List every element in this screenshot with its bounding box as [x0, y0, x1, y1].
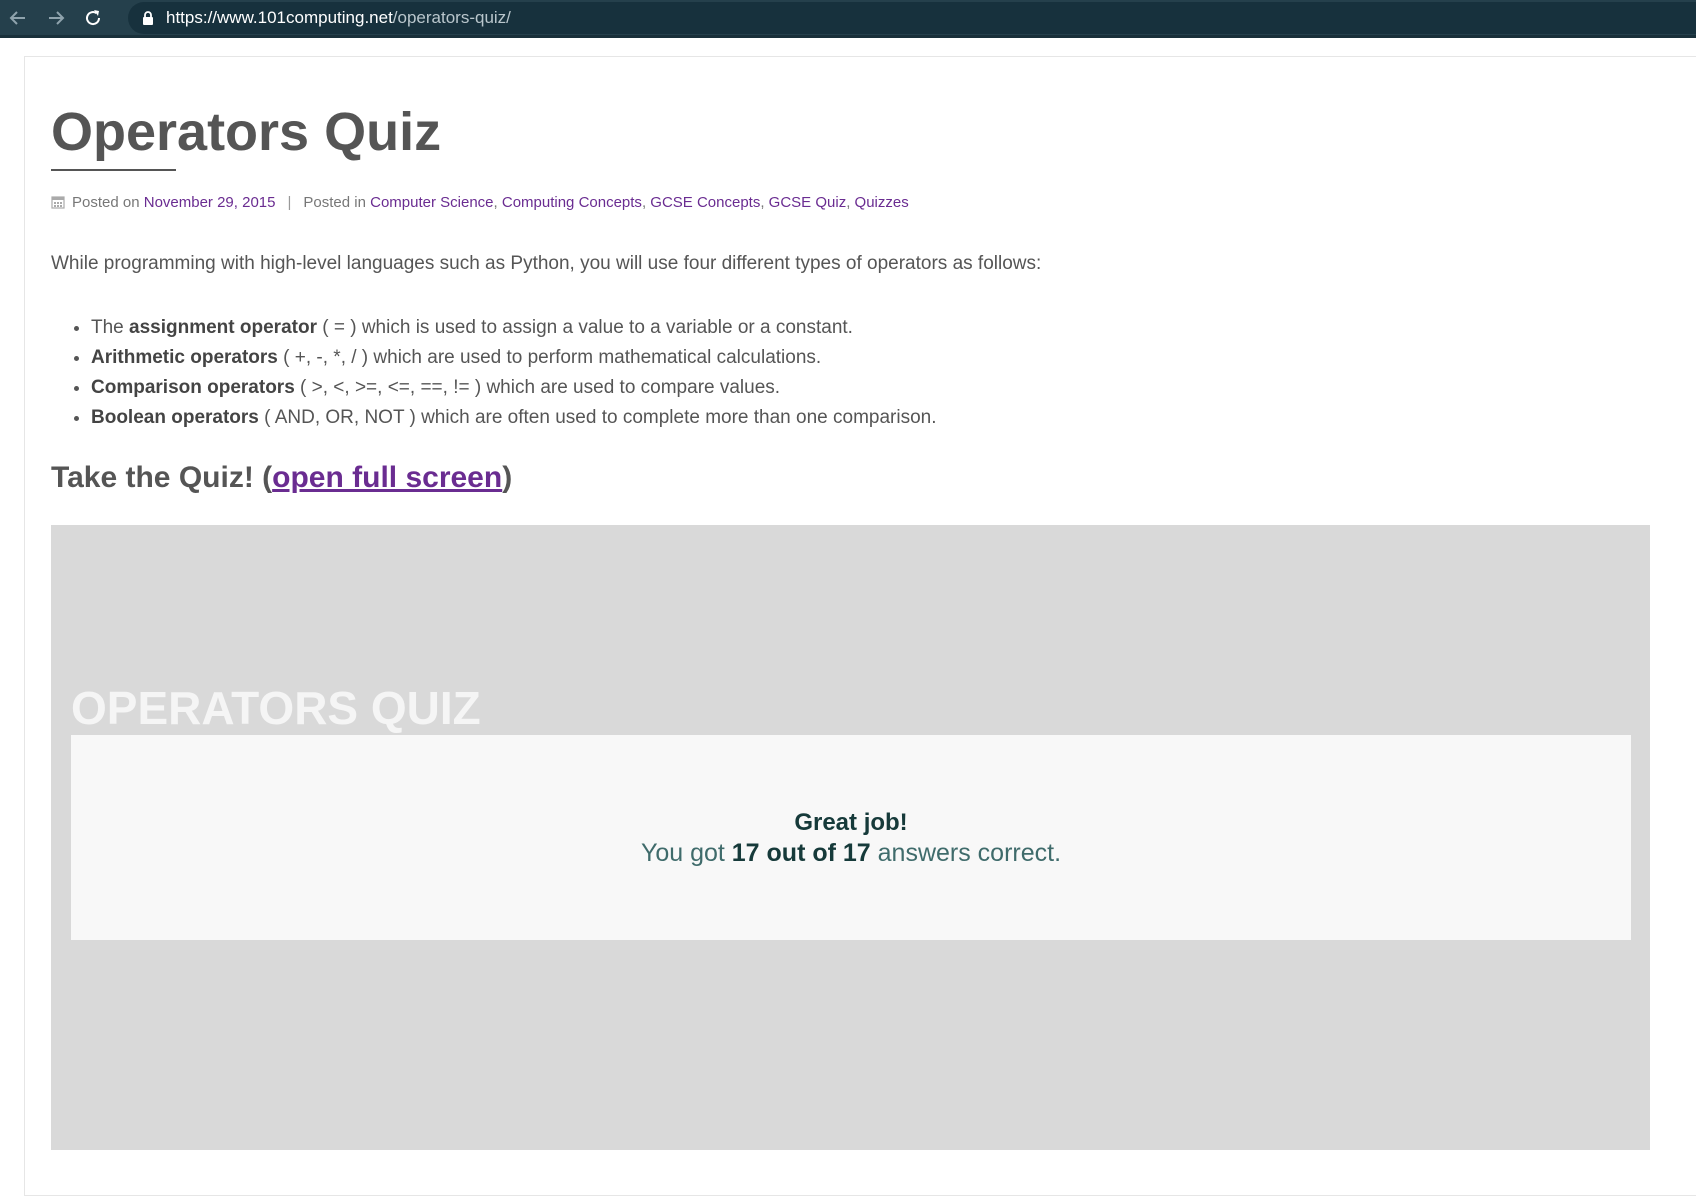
quiz-heading-suffix: ): [502, 461, 513, 494]
post-date-link[interactable]: November 29, 2015: [144, 194, 276, 211]
url-path: /operators-quiz/: [392, 8, 511, 27]
calendar-icon: [51, 195, 65, 209]
open-full-screen-link[interactable]: open full screen: [272, 461, 502, 494]
list-item: The assignment operator ( = ) which is u…: [91, 313, 937, 343]
operators-list: The assignment operator ( = ) which is u…: [51, 313, 937, 433]
list-item-text: ( >, <, >=, <=, ==, != ) which are used …: [294, 377, 781, 398]
list-item-term: Arithmetic operators: [91, 347, 278, 368]
list-item: Comparison operators ( >, <, >=, <=, ==,…: [91, 373, 937, 403]
list-item-term: assignment operator: [129, 317, 317, 338]
reload-button[interactable]: [81, 6, 105, 30]
list-item-term: Boolean operators: [91, 407, 259, 428]
result-prefix: You got: [640, 839, 732, 867]
url-text: https://www.101computing.net/operators-q…: [166, 8, 511, 28]
list-item-prefix: The: [91, 317, 130, 338]
quiz-result-panel: Great job! You got 17 out of 17 answers …: [71, 735, 1631, 940]
back-button[interactable]: [6, 6, 30, 30]
category-link-gcse-quiz[interactable]: GCSE Quiz: [769, 194, 847, 211]
address-bar[interactable]: https://www.101computing.net/operators-q…: [128, 2, 1696, 34]
url-host: https://www.101computing.net: [166, 8, 393, 27]
browser-toolbar: https://www.101computing.net/operators-q…: [0, 0, 1696, 38]
result-score: 17 out of 17: [731, 839, 871, 867]
post-meta: Posted on November 29, 2015 | Posted in …: [51, 192, 909, 212]
list-item: Arithmetic operators ( +, -, *, / ) whic…: [91, 343, 937, 373]
posted-in-label: Posted in: [303, 193, 366, 211]
list-item-text: ( = ) which is used to assign a value to…: [316, 317, 853, 338]
forward-arrow-icon: [49, 11, 65, 25]
posted-on-label: Posted on: [72, 193, 140, 211]
lock-icon: [142, 11, 154, 25]
title-underline: [51, 169, 176, 171]
quiz-heading-prefix: Take the Quiz! (: [51, 461, 273, 494]
category-link-gcse-concepts[interactable]: GCSE Concepts: [650, 194, 760, 211]
result-summary: You got 17 out of 17 answers correct.: [71, 838, 1631, 868]
list-item-text: ( +, -, *, / ) which are used to perform…: [277, 347, 822, 368]
list-item-text: ( AND, OR, NOT ) which are often used to…: [258, 407, 937, 428]
list-item-term: Comparison operators: [91, 377, 295, 398]
page-title: Operators Quiz: [51, 102, 442, 162]
meta-separator: |: [287, 193, 292, 211]
quiz-title: OPERATORS QUIZ: [71, 682, 481, 734]
category-link-computing-concepts[interactable]: Computing Concepts: [502, 194, 642, 211]
reload-icon: [86, 10, 101, 26]
list-item: Boolean operators ( AND, OR, NOT ) which…: [91, 403, 937, 433]
result-heading: Great job!: [794, 809, 908, 836]
category-link-computer-science[interactable]: Computer Science: [370, 194, 493, 211]
result-suffix: answers correct.: [870, 839, 1062, 867]
intro-paragraph: While programming with high-level langua…: [51, 253, 1042, 274]
quiz-embed: OPERATORS QUIZ Great job! You got 17 out…: [51, 525, 1650, 1150]
quiz-heading: Take the Quiz! (open full screen): [51, 458, 512, 498]
category-link-quizzes[interactable]: Quizzes: [855, 194, 909, 211]
forward-button[interactable]: [44, 6, 68, 30]
back-arrow-icon: [9, 11, 25, 25]
